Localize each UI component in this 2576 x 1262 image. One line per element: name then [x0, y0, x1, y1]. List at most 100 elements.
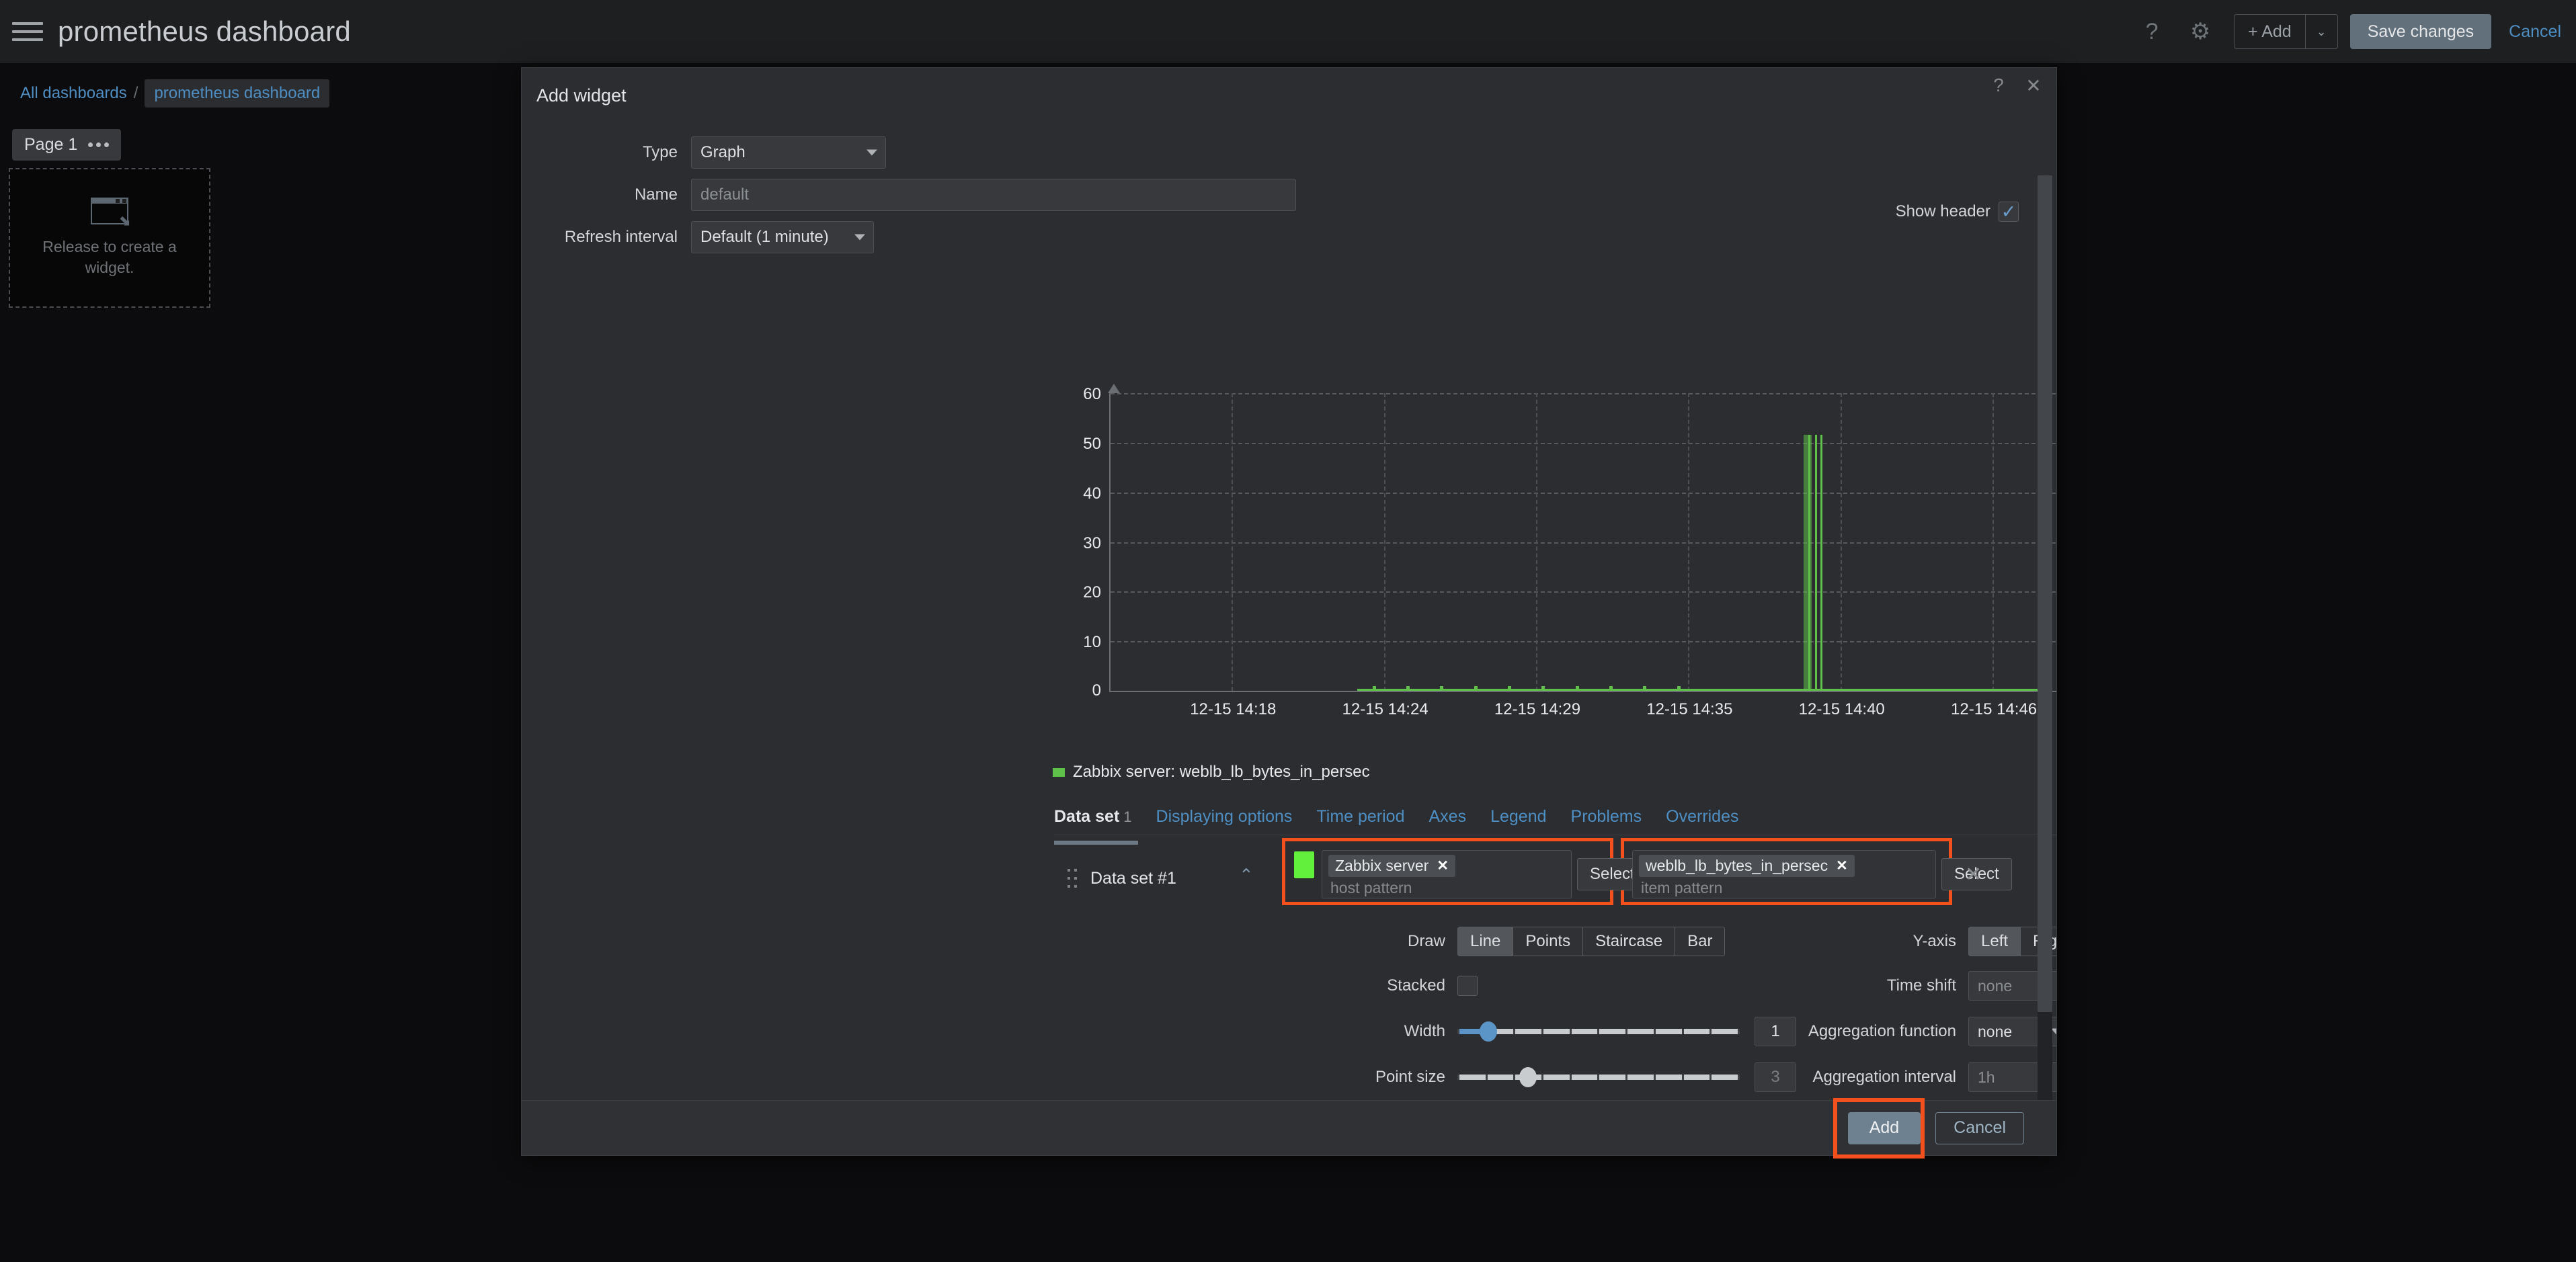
add-widget-dialog: Add widget ? ✕ Type Graph Name Refresh i…: [521, 67, 2057, 1159]
y-tick-label: 10: [1083, 633, 1101, 652]
chevron-down-icon: [854, 234, 865, 241]
tab-time-period[interactable]: Time period: [1316, 807, 1404, 827]
point-size-slider-knob[interactable]: [1519, 1067, 1537, 1087]
name-label: Name: [634, 185, 678, 204]
gridline-x: 12-15 14:24: [1342, 393, 1428, 718]
gridline-y: 20: [1083, 583, 2056, 601]
refresh-interval-row: Refresh interval Default (1 minute): [522, 221, 2056, 253]
type-select[interactable]: Graph: [691, 136, 886, 169]
stacked-checkbox[interactable]: [1457, 976, 1478, 996]
dialog-close-icon[interactable]: ✕: [2021, 73, 2046, 97]
draw-option-staircase[interactable]: Staircase: [1583, 927, 1676, 956]
dialog-add-button[interactable]: Add: [1847, 1111, 1921, 1144]
tab-legend[interactable]: Legend: [1490, 807, 1546, 827]
page-tab-page-1[interactable]: Page 1: [12, 129, 122, 161]
breadcrumb-current[interactable]: prometheus dashboard: [145, 79, 330, 108]
draw-option-bar[interactable]: Bar: [1675, 927, 1726, 956]
draw-row: Draw Line Points Staircase Bar: [1054, 924, 1726, 959]
dialog-footer: Add Cancel: [522, 1097, 2056, 1159]
tab-data-set[interactable]: Data set 1: [1054, 807, 1132, 827]
aggregation-interval-row: Aggregation interval: [1787, 1060, 2056, 1095]
dialog-body: Type Graph Name Refresh interval Default…: [522, 118, 2056, 1100]
host-pattern-placeholder: host pattern: [1330, 879, 1412, 896]
show-header-row: Show header: [1896, 202, 2019, 222]
help-icon[interactable]: ?: [2133, 13, 2171, 50]
data-set-color-swatch[interactable]: [1294, 851, 1314, 878]
draw-option-line[interactable]: Line: [1457, 927, 1514, 956]
tab-axes[interactable]: Axes: [1429, 807, 1467, 827]
width-slider[interactable]: [1457, 1017, 1740, 1046]
widget-window-icon: ⬊: [91, 197, 131, 228]
gridline-y: 60: [1083, 385, 2056, 403]
legend-label: Zabbix server: weblb_lb_bytes_in_persec: [1073, 763, 1370, 781]
draw-option-points[interactable]: Points: [1513, 927, 1584, 956]
width-slider-knob[interactable]: [1480, 1021, 1498, 1042]
gear-icon[interactable]: ⚙: [2181, 13, 2219, 50]
dialog-cancel-button[interactable]: Cancel: [1935, 1111, 2024, 1144]
host-chip-remove-icon[interactable]: ✕: [1437, 857, 1449, 874]
refresh-interval-label: Refresh interval: [564, 228, 678, 246]
dialog-scrollbar-thumb[interactable]: [2038, 175, 2052, 1012]
width-row: Width 1: [1054, 1014, 1796, 1049]
draw-label: Draw: [1407, 932, 1445, 950]
series-spike: [1808, 435, 1810, 691]
series-point: [1609, 686, 1613, 691]
type-label: Type: [642, 143, 678, 161]
hamburger-menu-icon[interactable]: [12, 18, 43, 45]
series-point: [1372, 686, 1376, 691]
refresh-interval-select[interactable]: Default (1 minute): [691, 221, 874, 253]
series-point: [1677, 686, 1681, 691]
series-point: [1474, 686, 1478, 691]
width-label: Width: [1404, 1022, 1445, 1040]
hamburger-line: [12, 22, 43, 25]
tab-displaying-options[interactable]: Displaying options: [1156, 807, 1293, 827]
name-input[interactable]: [691, 179, 1296, 211]
data-set-panel: Data set #1 ⌃ Zabbix server ✕ host patte…: [1054, 838, 2056, 1100]
aggregation-function-row: Aggregation function none: [1787, 1014, 2056, 1049]
x-tick-label: 12-15 14:18: [1190, 700, 1277, 718]
save-changes-button[interactable]: Save changes: [2349, 14, 2492, 49]
y-axis-arrow-icon: [1108, 384, 1120, 393]
add-button[interactable]: + Add: [2235, 15, 2305, 48]
dialog-title: Add widget: [536, 85, 627, 106]
series-point: [1406, 686, 1410, 691]
aggregation-interval-label: Aggregation interval: [1812, 1068, 1956, 1086]
item-pattern-placeholder: item pattern: [1641, 879, 1723, 896]
item-pattern-multiselect[interactable]: weblb_lb_bytes_in_persec ✕ item pattern: [1632, 850, 1936, 898]
widget-drop-placeholder[interactable]: ⬊ Release to create a widget.: [9, 168, 210, 308]
gridline-x: 12-15 14:40: [1799, 393, 1885, 718]
resize-arrow-icon: ⬊: [118, 212, 131, 229]
y-axis-option-left[interactable]: Left: [1968, 927, 2021, 956]
point-size-row: Point size 3: [1054, 1060, 1796, 1095]
cancel-link[interactable]: Cancel: [2509, 22, 2561, 42]
point-size-label: Point size: [1375, 1068, 1445, 1086]
draw-segmented-control: Line Points Staircase Bar: [1457, 927, 1726, 956]
breadcrumb-all-dashboards[interactable]: All dashboards: [20, 84, 127, 103]
dialog-help-icon[interactable]: ?: [1986, 73, 2011, 97]
series-point: [1541, 686, 1545, 691]
x-tick-label: 12-15 14:46: [1951, 700, 2038, 718]
page-tab-label: Page 1: [24, 135, 78, 154]
item-chip[interactable]: weblb_lb_bytes_in_persec ✕: [1639, 855, 1855, 877]
refresh-interval-value: Default (1 minute): [700, 228, 829, 246]
item-chip-remove-icon[interactable]: ✕: [1836, 857, 1848, 874]
tab-label: Data set: [1054, 807, 1120, 826]
legend-color-swatch: [1053, 767, 1065, 777]
host-chip[interactable]: Zabbix server ✕: [1328, 855, 1455, 877]
data-set-remove-icon[interactable]: ✕: [1965, 863, 1982, 886]
collapse-chevron-icon[interactable]: ⌃: [1239, 865, 1254, 886]
page-tab-more-icon[interactable]: [88, 142, 110, 147]
host-pattern-multiselect[interactable]: Zabbix server ✕ host pattern: [1322, 850, 1572, 898]
gridline-x: 12-15 14:29: [1494, 393, 1580, 718]
drag-handle-icon[interactable]: [1068, 863, 1080, 894]
tab-overrides[interactable]: Overrides: [1666, 807, 1738, 827]
point-size-slider[interactable]: [1457, 1062, 1740, 1092]
dialog-scrollbar[interactable]: [2038, 175, 2052, 1100]
chevron-down-icon[interactable]: ⌄: [2304, 15, 2337, 48]
y-tick-label: 0: [1092, 681, 1101, 700]
series-point: [1440, 686, 1444, 691]
x-tick-label: 12-15 14:35: [1646, 700, 1733, 718]
tab-problems[interactable]: Problems: [1571, 807, 1642, 827]
x-tick-label: 12-15 14:40: [1798, 700, 1885, 718]
show-header-checkbox[interactable]: [1999, 202, 2019, 222]
